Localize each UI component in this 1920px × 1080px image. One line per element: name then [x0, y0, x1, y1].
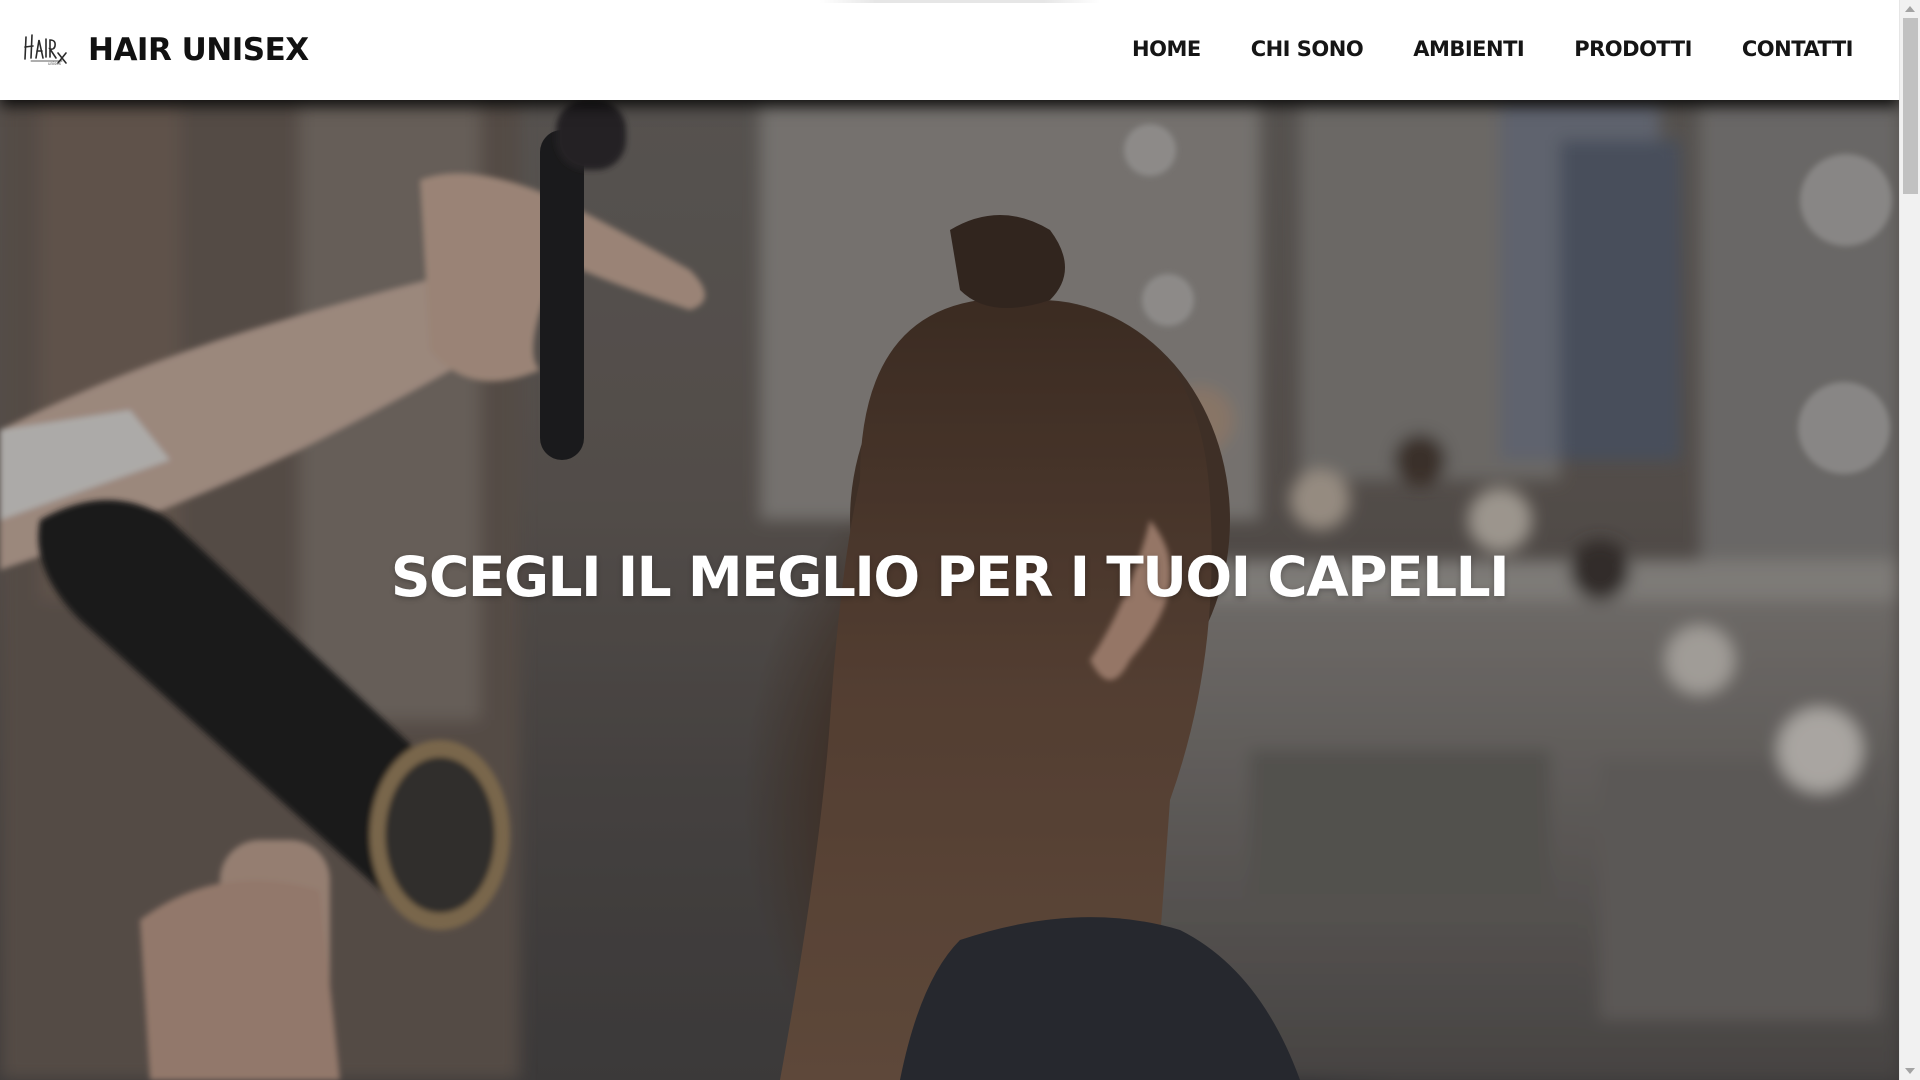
scroll-up-arrow-icon[interactable] [1905, 6, 1915, 12]
scroll-down-arrow-icon[interactable] [1905, 1068, 1915, 1074]
site-header: unisex HAIR UNISEX HOME CHI SONO AMBIENT… [0, 0, 1899, 100]
hero-section: SCEGLI IL MEGLIO PER I TUOI CAPELLI [0, 100, 1899, 1080]
nav-ambienti[interactable]: AMBIENTI [1413, 34, 1525, 64]
hair-unisex-logo-icon[interactable]: unisex [22, 31, 68, 67]
nav-contatti[interactable]: CONTATTI [1742, 34, 1854, 64]
nav-home[interactable]: HOME [1132, 34, 1201, 64]
hero-headline: SCEGLI IL MEGLIO PER I TUOI CAPELLI [390, 544, 1510, 609]
main-nav: HOME CHI SONO AMBIENTI PRODOTTI CONTATTI [1082, 34, 1853, 64]
page-scrollbar[interactable] [1899, 0, 1920, 1080]
page: unisex HAIR UNISEX HOME CHI SONO AMBIENT… [0, 0, 1899, 1080]
brand-name[interactable]: HAIR UNISEX [88, 28, 309, 72]
header-top-accent [820, 0, 1100, 3]
nav-chi-sono[interactable]: CHI SONO [1251, 34, 1364, 64]
nav-prodotti[interactable]: PRODOTTI [1574, 34, 1692, 64]
scroll-thumb[interactable] [1903, 18, 1918, 194]
svg-text:unisex: unisex [48, 61, 62, 66]
